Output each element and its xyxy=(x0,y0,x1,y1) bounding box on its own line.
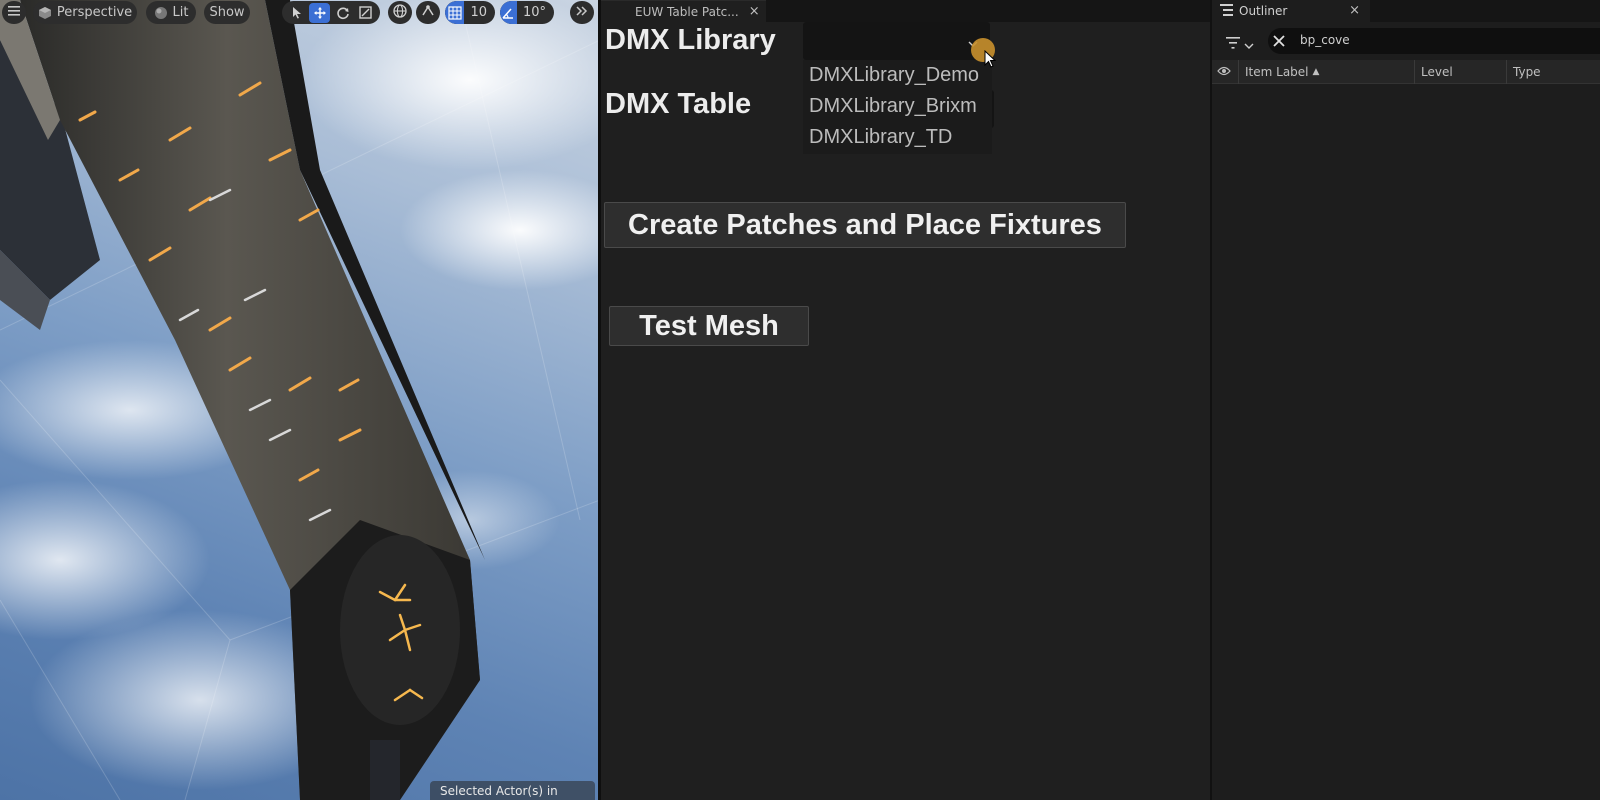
library-option[interactable]: DMXLibrary_Demo xyxy=(803,60,992,91)
clear-search-icon[interactable] xyxy=(1272,33,1286,52)
mouse-cursor-icon xyxy=(984,49,997,72)
close-icon[interactable]: × xyxy=(749,4,760,19)
perspective-label: Perspective xyxy=(56,5,133,20)
select-icon[interactable] xyxy=(286,3,307,23)
dmx-library-options-menu: DMXLibrary_Demo DMXLibrary_Brixm DMXLibr… xyxy=(803,60,992,154)
close-icon[interactable]: × xyxy=(1349,3,1360,18)
chevron-double-right-icon xyxy=(576,5,588,20)
test-mesh-button[interactable]: Test Mesh xyxy=(609,306,809,346)
transform-tools xyxy=(282,1,380,24)
tab-outliner[interactable]: Outliner × xyxy=(1212,0,1370,22)
library-option[interactable]: DMXLibrary_TD xyxy=(803,122,992,153)
tab-title: EUW Table Patc... xyxy=(635,4,739,19)
viewport-menu-button[interactable] xyxy=(2,1,26,24)
viewport-status-label: Selected Actor(s) in xyxy=(430,781,595,800)
chevron-down-icon[interactable] xyxy=(1244,36,1254,55)
column-type-text: Type xyxy=(1513,65,1541,79)
viewport-overflow-button[interactable] xyxy=(570,1,594,24)
search-value: bp_cove xyxy=(1300,33,1350,47)
column-level-text: Level xyxy=(1421,65,1453,79)
sort-ascending-icon: ▲ xyxy=(1312,67,1320,77)
outliner-column-header: Item Label ▲ Level Type xyxy=(1212,60,1600,84)
level-viewport[interactable]: Perspective Lit Show 10 10° Selected Act… xyxy=(0,0,598,800)
grid-icon xyxy=(445,1,465,24)
angle-icon xyxy=(500,1,517,24)
rotate-icon[interactable] xyxy=(332,3,353,23)
grid-snap-value[interactable]: 10 xyxy=(464,5,495,20)
outliner-tab-bar: Outliner × xyxy=(1212,0,1600,22)
tab-euw-table-patch[interactable]: EUW Table Patc... × xyxy=(601,0,766,22)
filter-icon[interactable] xyxy=(1226,34,1240,53)
column-item-label-text: Item Label xyxy=(1245,65,1309,79)
column-item-label[interactable]: Item Label ▲ xyxy=(1238,60,1414,84)
globe-icon xyxy=(393,3,407,22)
show-button[interactable]: Show xyxy=(204,1,250,24)
world-local-button[interactable] xyxy=(388,1,412,24)
move-icon[interactable] xyxy=(309,2,330,23)
sphere-icon xyxy=(154,6,168,20)
outliner-search-row: bp_cove xyxy=(1212,26,1600,56)
dmx-library-label: DMX Library xyxy=(605,24,776,56)
perspective-button[interactable]: Perspective xyxy=(33,1,137,24)
lit-label: Lit xyxy=(172,5,189,20)
scale-icon[interactable] xyxy=(355,3,376,23)
euw-tab-bar: EUW Table Patc... × xyxy=(601,0,1213,22)
scene-render xyxy=(0,0,598,800)
visibility-column[interactable] xyxy=(1212,60,1238,84)
dmx-table-label: DMX Table xyxy=(605,88,752,120)
cube-icon xyxy=(38,6,52,20)
outliner-panel: Outliner × bp_cove Item Label ▲ Level Ty… xyxy=(1210,0,1600,800)
show-label: Show xyxy=(209,5,245,20)
snap-icon xyxy=(421,4,435,22)
viewport-toolbar: Perspective Lit Show 10 10° xyxy=(0,0,598,26)
outliner-icon xyxy=(1220,3,1233,19)
eye-icon xyxy=(1217,65,1231,79)
rotation-snap-value[interactable]: 10° xyxy=(517,5,554,20)
grid-snap-toggle[interactable]: 10 xyxy=(445,1,495,24)
create-patches-button[interactable]: Create Patches and Place Fixtures xyxy=(604,202,1126,248)
column-level[interactable]: Level xyxy=(1414,60,1506,84)
outliner-tab-title: Outliner xyxy=(1239,4,1288,18)
dmx-library-dropdown[interactable] xyxy=(803,22,990,60)
surface-snap-button[interactable] xyxy=(416,1,440,24)
lit-button[interactable]: Lit xyxy=(146,1,196,24)
library-option[interactable]: DMXLibrary_Brixm xyxy=(803,91,992,122)
hamburger-icon xyxy=(8,5,20,20)
column-type[interactable]: Type xyxy=(1506,60,1600,84)
rotation-snap-toggle[interactable]: 10° xyxy=(500,1,554,24)
